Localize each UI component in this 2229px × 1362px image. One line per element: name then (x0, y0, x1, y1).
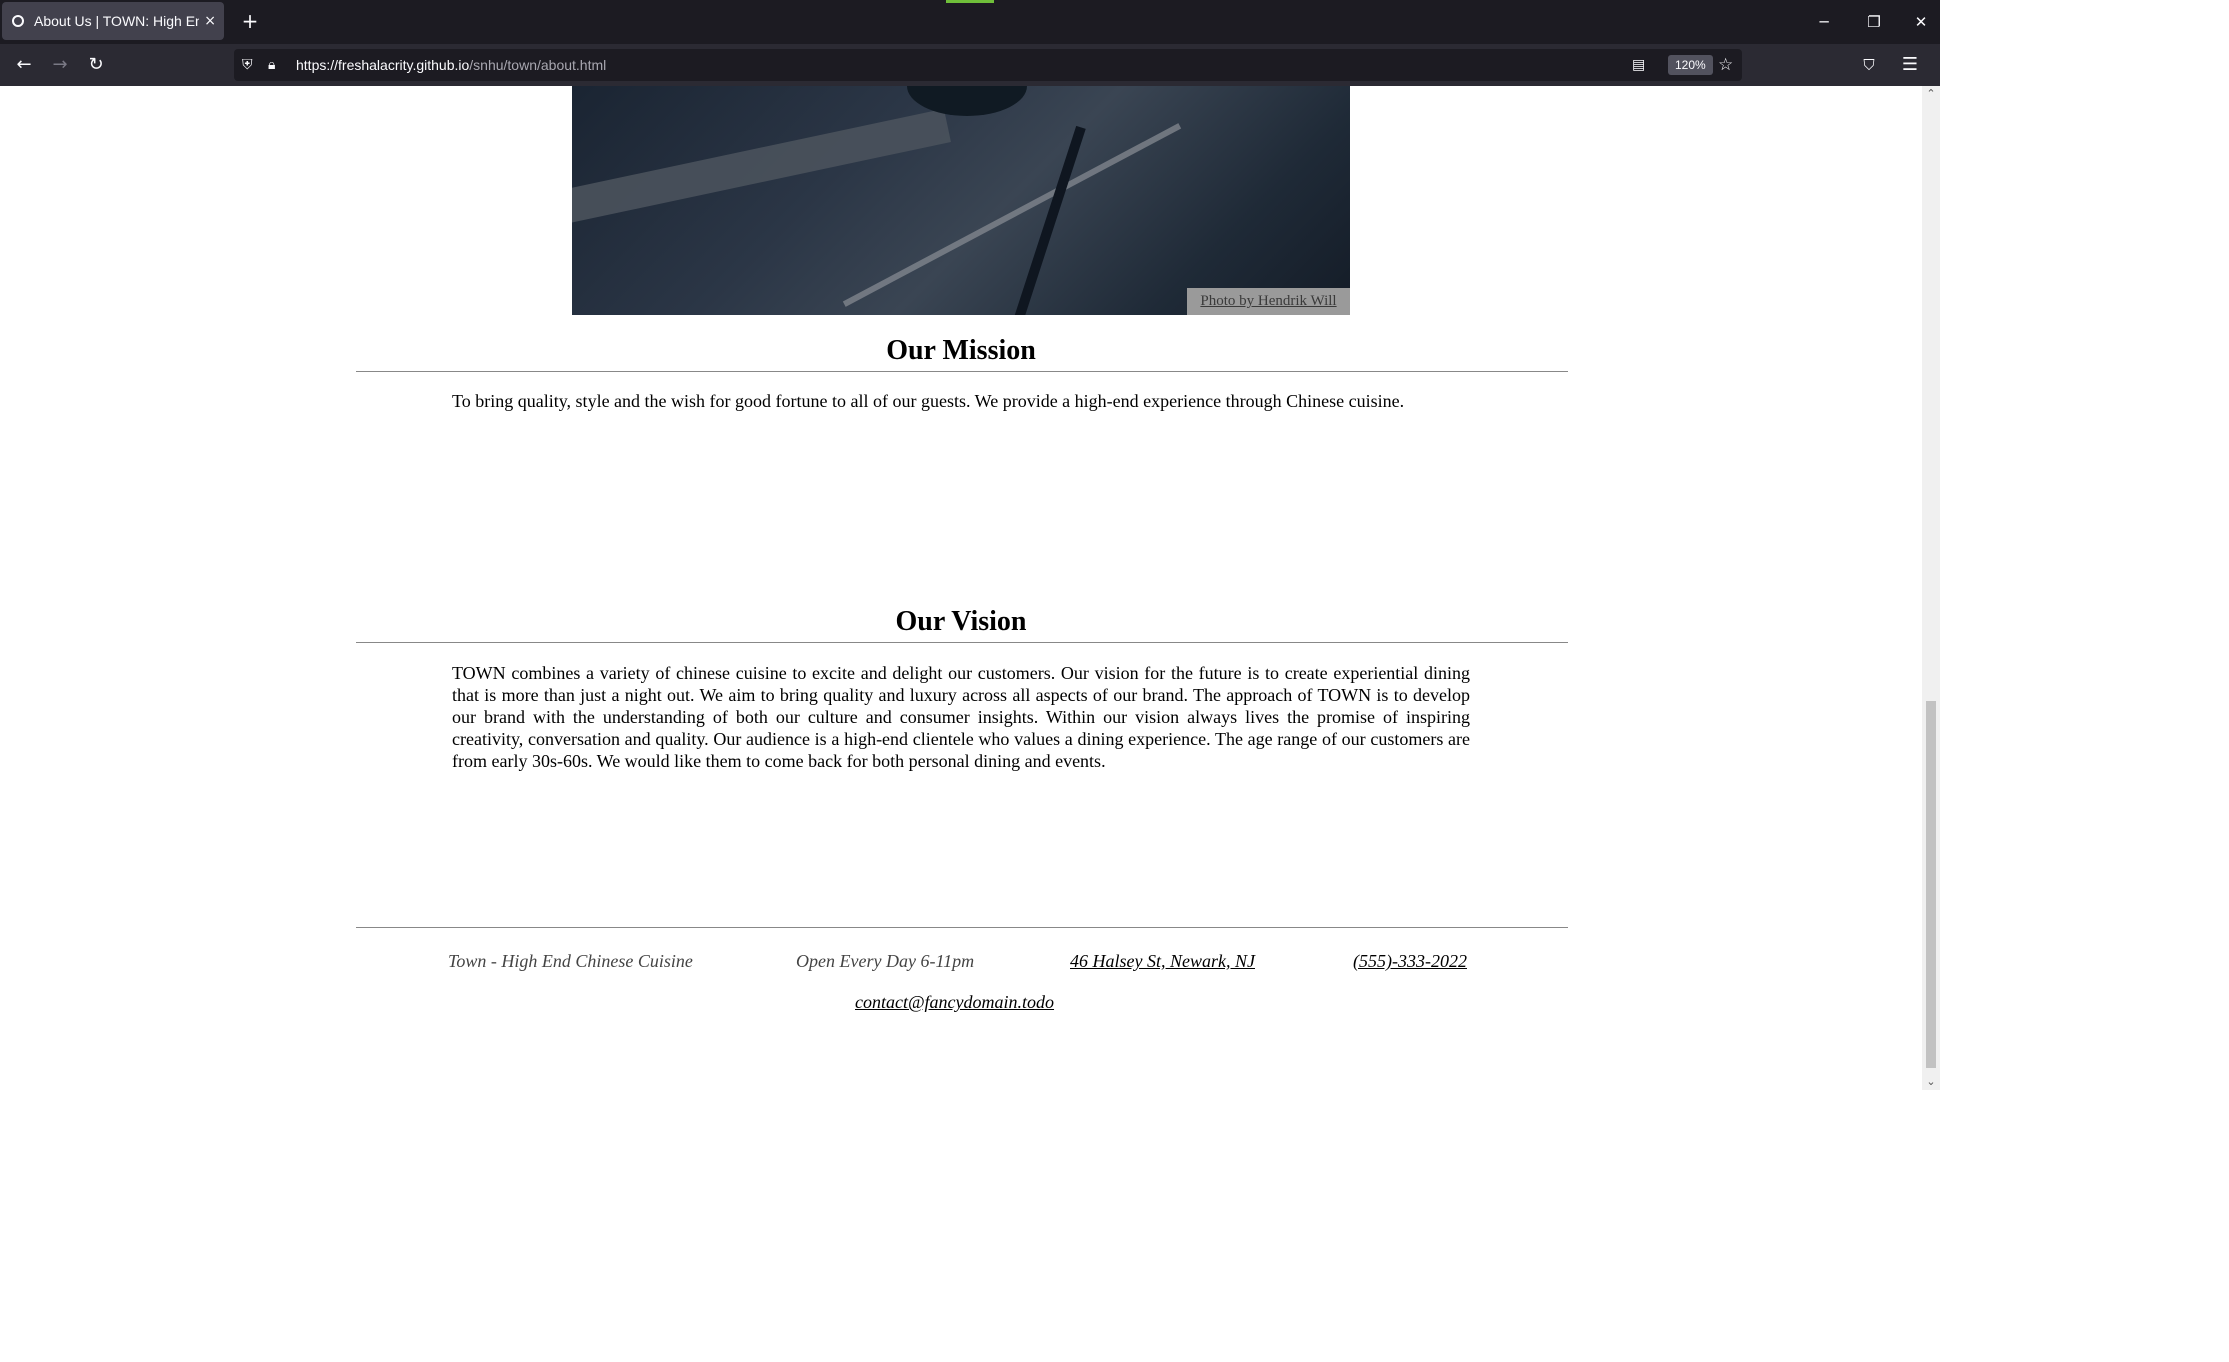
footer-hours: Open Every Day 6-11pm (796, 951, 975, 971)
forward-button[interactable]: → (46, 51, 74, 79)
scroll-up-arrow-icon[interactable]: ⌃ (1922, 86, 1940, 102)
shield-icon[interactable]: ⛨ (242, 49, 253, 81)
url-text[interactable]: https://freshalacrity.github.io/snhu/tow… (296, 49, 606, 81)
loading-favicon-icon (12, 15, 24, 27)
close-window-button[interactable]: ✕ (1905, 8, 1937, 36)
reload-button[interactable]: ↻ (82, 51, 110, 79)
footer-restaurant-name: Town - High End Chinese Cuisine (448, 951, 693, 971)
footer-divider (356, 927, 1568, 928)
mission-heading: Our Mission (886, 335, 1036, 366)
vision-heading: Our Vision (895, 606, 1027, 637)
browser-chrome: About Us | TOWN: High End Chinese Cuisin… (0, 0, 1940, 86)
tab-strip: About Us | TOWN: High End Chinese Cuisin… (0, 0, 1940, 44)
footer-email-link[interactable]: contact@fancydomain.todo (855, 989, 1054, 1015)
photo-detail (572, 108, 951, 230)
reader-view-icon[interactable]: ▤ (1632, 49, 1645, 81)
footer-address-link[interactable]: 46 Halsey St, Newark, NJ (1070, 948, 1255, 974)
bookmark-star-icon[interactable]: ☆ (1718, 49, 1733, 81)
tab-about-us[interactable]: About Us | TOWN: High End Chinese Cuisin… (2, 2, 224, 40)
lock-icon[interactable]: 🔒︎ (268, 49, 275, 81)
mission-divider (356, 371, 1568, 372)
close-tab-icon[interactable]: × (204, 2, 216, 40)
hero-photo: Photo by Hendrik Will (572, 86, 1350, 315)
new-tab-button[interactable]: + (237, 8, 263, 34)
photo-detail (907, 86, 1027, 116)
url-host: https://freshalacrity.github.io (296, 57, 470, 73)
vision-text: TOWN combines a variety of chinese cuisi… (452, 663, 1470, 771)
sharing-indicator (946, 0, 994, 3)
photo-credit-link[interactable]: Photo by Hendrik Will (1187, 288, 1350, 315)
back-button[interactable]: ← (10, 51, 38, 79)
zoom-level-button[interactable]: 120% (1668, 55, 1713, 75)
minimize-button[interactable]: ─ (1808, 8, 1840, 36)
pocket-icon[interactable]: ⛉ (1855, 51, 1883, 79)
page-content: Photo by Hendrik Will Our Mission To bri… (0, 86, 1922, 1090)
footer-phone-link[interactable]: (555)-333-2022 (1353, 948, 1467, 974)
url-bar[interactable]: ⛨ 🔒︎ https://freshalacrity.github.io/snh… (234, 49, 1742, 81)
vertical-scrollbar[interactable]: ⌃ ⌄ (1922, 86, 1940, 1090)
mission-text: To bring quality, style and the wish for… (452, 391, 1405, 411)
vision-divider (356, 642, 1568, 643)
scroll-down-arrow-icon[interactable]: ⌄ (1922, 1074, 1940, 1090)
menu-icon[interactable]: ☰ (1896, 51, 1924, 79)
url-path: /snhu/town/about.html (469, 57, 607, 73)
scrollbar-thumb[interactable] (1926, 701, 1936, 1068)
photo-detail (1008, 125, 1086, 315)
tab-title: About Us | TOWN: High End Chinese Cuisin… (34, 13, 199, 29)
restore-button[interactable]: ❐ (1858, 8, 1890, 36)
